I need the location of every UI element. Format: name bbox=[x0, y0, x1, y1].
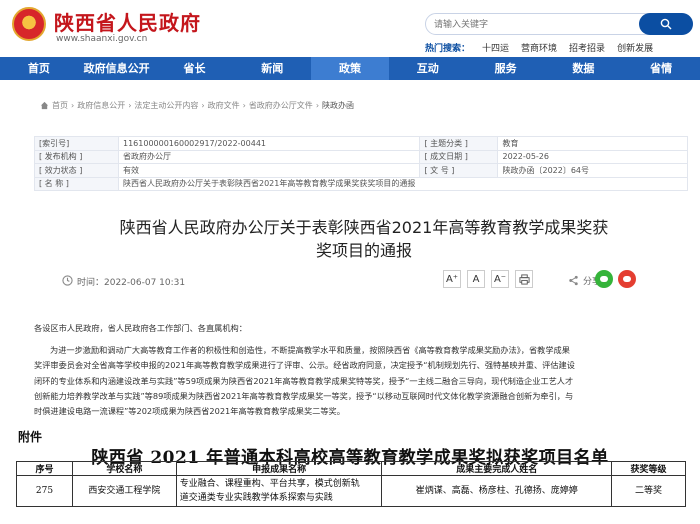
wechat-share-icon[interactable] bbox=[595, 270, 613, 288]
row-school: 西安交通工程学院 bbox=[71, 475, 177, 507]
meta-issuer-label: [ 发布机构 ] bbox=[34, 149, 119, 164]
meta-issuer-value: 省政府办公厅 bbox=[117, 149, 421, 164]
meta-index-value: 116100000160002917/2022-00441 bbox=[117, 136, 421, 151]
search-button[interactable] bbox=[639, 13, 693, 35]
row-project: 专业融合、课程重构、平台共享，模式创新轨 道交通类专业实践教学体系探索与实践 bbox=[175, 475, 383, 507]
breadcrumb-item[interactable]: 法定主动公开内容 bbox=[134, 100, 198, 111]
table-header-row: 序号 学校名称 申报成果名称 成果主要完成人姓名 获奖等级 bbox=[16, 461, 686, 476]
nav-item-service[interactable]: 服务 bbox=[467, 57, 545, 80]
award-table: 序号 学校名称 申报成果名称 成果主要完成人姓名 获奖等级 275 西安交通工程… bbox=[16, 461, 686, 507]
column-header: 序号 bbox=[16, 461, 73, 476]
article-body-line: 创新能力培养教学改革与实践”等89项成果为陕西省2021年高等教育教学成果奖一等… bbox=[34, 390, 574, 401]
search-input[interactable] bbox=[434, 17, 634, 32]
article-body-line: 时俱进建设电路一流课程”等202项成果为陕西省2021年高等教育教学成果奖二等奖… bbox=[34, 406, 345, 417]
nav-item-home[interactable]: 首页 bbox=[0, 57, 78, 80]
home-icon bbox=[40, 101, 49, 110]
document-meta-table: [索引号] 116100000160002917/2022-00441 [ 主题… bbox=[34, 136, 688, 191]
article-title: 陕西省人民政府办公厅关于表彰陕西省2021年高等教育教学成果奖获 奖项目的通报 bbox=[64, 216, 664, 262]
nav-item-gov-info[interactable]: 政府信息公开 bbox=[78, 57, 156, 80]
meta-topic-value: 教育 bbox=[497, 136, 688, 151]
meta-date-label: [ 成文日期 ] bbox=[419, 149, 499, 164]
meta-docno-label: [ 文 号 ] bbox=[419, 163, 499, 178]
article-toolbar: 时间：2022-06-07 10:31 A⁺ A A⁻ 分享: bbox=[34, 267, 688, 293]
meta-status-value: 有效 bbox=[117, 163, 421, 178]
weibo-share-icon[interactable] bbox=[618, 270, 636, 288]
nav-item-governor[interactable]: 省长 bbox=[156, 57, 234, 80]
nav-item-policy[interactable]: 政策 bbox=[311, 57, 389, 80]
meta-docno-value: 陕政办函〔2022〕64号 bbox=[497, 163, 688, 178]
article-body: 各设区市人民政府，省人民政府各工作部门、各直属机构： 为进一步激励和调动广大高等… bbox=[34, 321, 688, 419]
hot-search-label: 热门搜索： bbox=[425, 44, 471, 54]
font-normal-button[interactable]: A bbox=[467, 270, 485, 288]
breadcrumb-item[interactable]: 政府文件 bbox=[208, 100, 240, 111]
row-level: 二等奖 bbox=[611, 475, 686, 507]
hot-tag[interactable]: 十四运 bbox=[482, 41, 509, 54]
publish-time: 时间：2022-06-07 10:31 bbox=[77, 278, 186, 288]
meta-name-value: 陕西省人民政府办公厅关于表彰陕西省2021年高等教育教学成果奖获奖项目的通报 bbox=[118, 176, 688, 191]
site-url: www.shaanxi.gov.cn bbox=[56, 34, 148, 44]
nav-item-province[interactable]: 省情 bbox=[622, 57, 700, 80]
article-panel: 首页 › 政府信息公开 › 法定主动公开内容 › 政府文件 › 省政府办公厅文件 › 陕政… bbox=[34, 93, 688, 308]
meta-index-label: [索引号] bbox=[34, 136, 119, 151]
column-header: 申报成果名称 bbox=[175, 461, 383, 476]
nav-item-news[interactable]: 新闻 bbox=[233, 57, 311, 80]
table-row: 275 西安交通工程学院 专业融合、课程重构、平台共享，模式创新轨 道交通类专业… bbox=[16, 475, 686, 507]
row-project-line: 专业融合、课程重构、平台共享，模式创新轨 bbox=[179, 479, 360, 489]
nav-item-data[interactable]: 数据 bbox=[544, 57, 622, 80]
row-number: 275 bbox=[16, 475, 73, 507]
national-emblem-icon[interactable] bbox=[12, 7, 46, 41]
meta-status-label: [ 效力状态 ] bbox=[34, 163, 119, 178]
row-people: 崔炳谋、高磊、杨彦柱、孔德扬、庞婷婷 bbox=[381, 475, 613, 507]
font-smaller-button[interactable]: A⁻ bbox=[491, 270, 509, 288]
main-nav: 首页 政府信息公开 省长 新闻 政策 互动 服务 数据 省情 bbox=[0, 57, 700, 80]
print-button[interactable] bbox=[515, 270, 533, 288]
meta-date-value: 2022-05-26 bbox=[497, 149, 688, 164]
clock-icon bbox=[62, 275, 73, 286]
breadcrumb: 首页 › 政府信息公开 › 法定主动公开内容 › 政府文件 › 省政府办公厅文件 › 陕政… bbox=[40, 100, 354, 111]
search-box bbox=[425, 13, 693, 35]
article-title-line: 奖项目的通报 bbox=[315, 241, 412, 260]
site-header: 陕西省人民政府 www.shaanxi.gov.cn 热门搜索： 十四运 营商环… bbox=[0, 0, 700, 58]
breadcrumb-item[interactable]: 首页 bbox=[52, 100, 68, 111]
hot-tag[interactable]: 创新发展 bbox=[617, 41, 653, 54]
breadcrumb-item[interactable]: 省政府办公厅文件 bbox=[249, 100, 313, 111]
article-body-line: 为进一步激励和调动广大高等教育工作者的积极性和创造性，不断提高教学水平和质量，按… bbox=[50, 345, 570, 356]
article-title-line: 陕西省人民政府办公厅关于表彰陕西省2021年高等教育教学成果奖获 bbox=[119, 218, 609, 237]
breadcrumb-current: 陕政办函 bbox=[322, 101, 355, 110]
column-header: 学校名称 bbox=[71, 461, 177, 476]
column-header: 成果主要完成人姓名 bbox=[381, 461, 613, 476]
hot-tag[interactable]: 招考招录 bbox=[569, 41, 605, 54]
search-icon bbox=[660, 18, 672, 30]
font-larger-button[interactable]: A⁺ bbox=[443, 270, 461, 288]
article-greeting: 各设区市人民政府，省人民政府各工作部门、各直属机构： bbox=[34, 323, 247, 333]
share-icon bbox=[569, 275, 578, 286]
meta-name-label: [ 名 称 ] bbox=[34, 176, 119, 191]
hot-search-tags: 热门搜索： 十四运 营商环境 招考招录 创新发展 bbox=[425, 41, 653, 54]
hot-tag[interactable]: 营商环境 bbox=[521, 41, 557, 54]
article-body-line: 闭环的专业体系和内涵建设改革与实践”等59项成果为陕西省2021年高等教育教学成… bbox=[34, 375, 574, 386]
meta-topic-label: [ 主题分类 ] bbox=[419, 136, 499, 151]
print-icon bbox=[518, 273, 530, 285]
nav-item-interaction[interactable]: 互动 bbox=[389, 57, 467, 80]
column-header: 获奖等级 bbox=[611, 461, 686, 476]
breadcrumb-item[interactable]: 政府信息公开 bbox=[77, 100, 125, 111]
site-title[interactable]: 陕西省人民政府 bbox=[54, 7, 201, 36]
row-project-line: 道交通类专业实践教学体系探索与实践 bbox=[179, 493, 333, 503]
article-body-line: 奖评审委员会对全省高等学校申报的2021年高等教育教学成果进行了评审、公示。经省… bbox=[34, 360, 575, 371]
